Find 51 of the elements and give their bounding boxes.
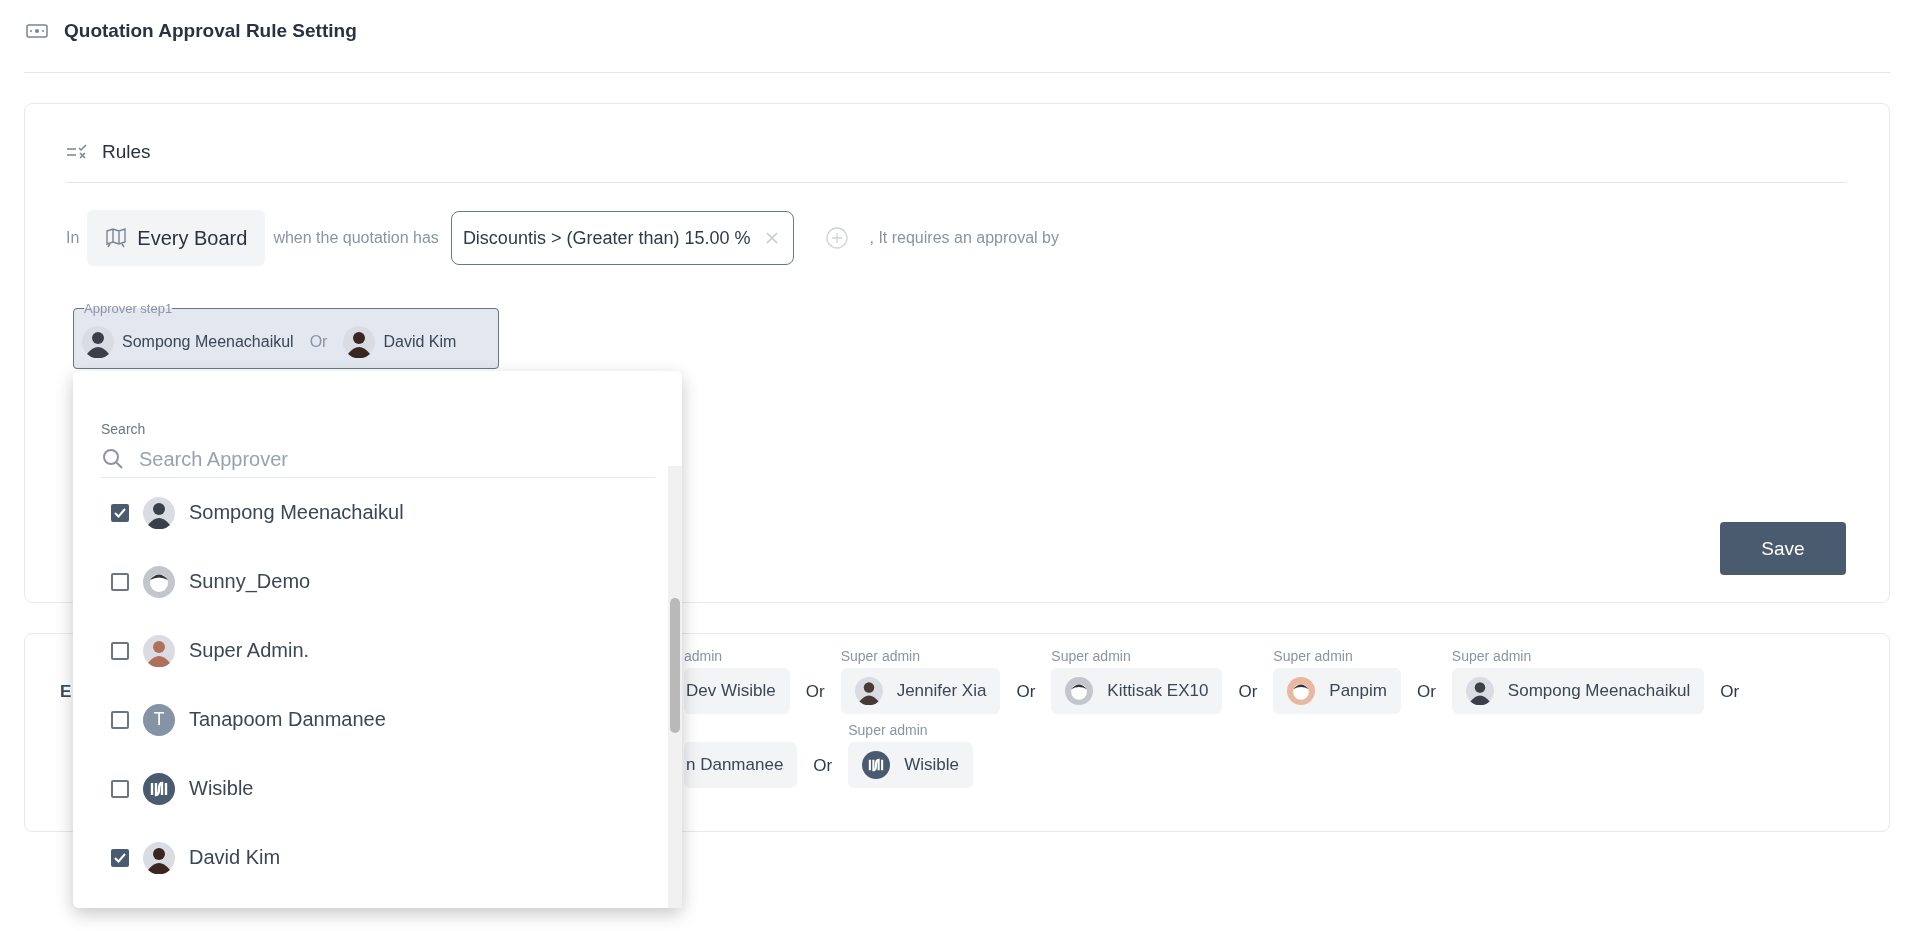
approver-chip: Sompong Meenachaikul — [1451, 668, 1705, 714]
approver-option[interactable]: T Tanapoom Danmanee — [101, 685, 631, 754]
approver-option[interactable]: David Kim — [101, 823, 631, 892]
approver-chip: Wisible — [848, 742, 974, 788]
approver-name: David Kim — [383, 333, 457, 351]
or-text: Or — [1238, 682, 1258, 702]
approver-name: Sompong Meenachaikul — [122, 333, 294, 351]
checkbox[interactable] — [111, 779, 129, 798]
approver-option[interactable]: Super Admin. — [101, 616, 631, 685]
approver-chip: Dev Wisible — [684, 668, 790, 714]
search-icon — [101, 447, 125, 471]
approver-option[interactable]: Sompong Meenachaikul — [101, 478, 631, 547]
board-selector[interactable]: Every Board — [87, 210, 266, 266]
approver-option[interactable]: Wisible — [101, 754, 631, 823]
role-label: Super admin — [848, 722, 929, 740]
or-text: Or — [805, 682, 825, 702]
rule-text: when the quotation has — [273, 229, 439, 247]
save-button[interactable]: Save — [1720, 522, 1846, 575]
checklist-icon — [66, 144, 88, 160]
approver-option[interactable]: Sunny_Demo — [101, 547, 631, 616]
checkbox[interactable] — [111, 641, 129, 660]
map-icon — [105, 228, 128, 248]
approver-chip: Kittisak EX10 — [1051, 668, 1223, 714]
page-title: Quotation Approval Rule Setting — [64, 20, 357, 42]
role-label: Super admin — [1051, 648, 1132, 666]
approver-chip: Jennifer Xia — [840, 668, 1001, 714]
approver-step-field[interactable]: Approver step1 Sompong Meenachaikul Or David Kim — [73, 301, 499, 369]
role-label: Super admin — [840, 648, 922, 666]
condition-field[interactable]: Discountis > (Greater than) 15.00 % — [450, 211, 794, 265]
money-icon — [26, 23, 48, 39]
checkbox[interactable] — [111, 848, 129, 867]
scrollbar[interactable] — [668, 466, 682, 908]
checkbox[interactable] — [111, 710, 129, 729]
checkbox[interactable] — [111, 572, 129, 591]
or-text: Or — [1416, 682, 1436, 702]
role-label: Super admin — [1451, 648, 1533, 666]
role-label: admin — [684, 648, 724, 666]
approver-chip: Panpim — [1273, 668, 1401, 714]
rule-text: In — [66, 229, 80, 247]
checkbox[interactable] — [111, 503, 129, 522]
or-text: Or — [1016, 682, 1036, 702]
role-label: Super admin — [1273, 648, 1354, 666]
avatar-letter: T — [143, 703, 175, 736]
rule-text: , It requires an approval by — [869, 229, 1059, 247]
approver-chip: n Danmanee — [684, 742, 798, 788]
or-text: Or — [813, 756, 833, 776]
or-text: Or — [1720, 682, 1740, 702]
search-label: Search — [101, 421, 147, 437]
or-text: Or — [309, 333, 328, 351]
section-title: Rules — [102, 141, 151, 163]
card-heading: E — [60, 682, 73, 702]
